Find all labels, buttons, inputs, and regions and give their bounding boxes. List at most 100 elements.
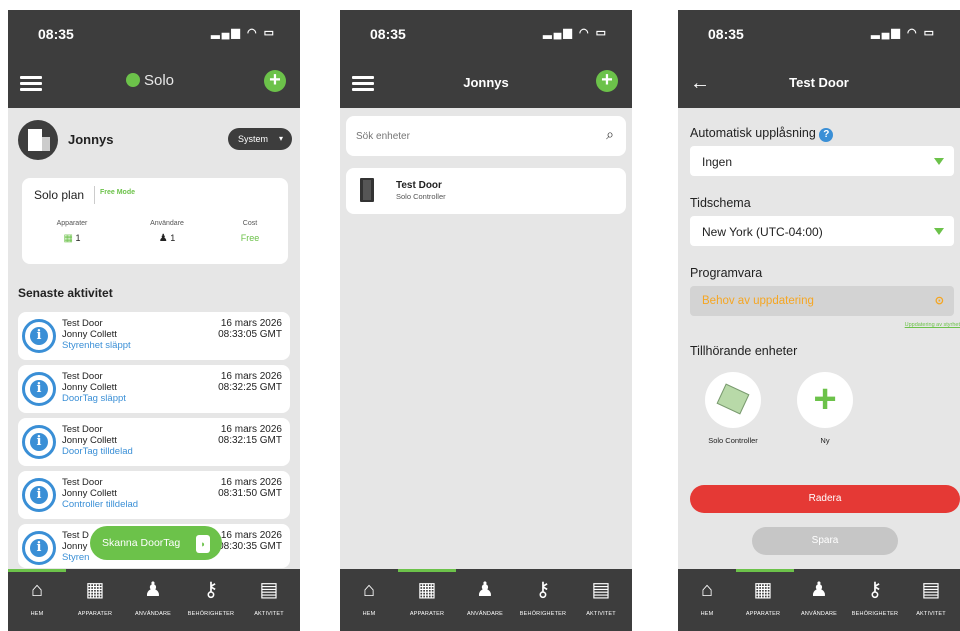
save-label: Spara <box>811 535 839 546</box>
tab-behorigheter[interactable]: ⚷ BEHÖRIGHETER <box>182 577 240 617</box>
status-bar: 08:35 ▂▄▆ ◠ ▭ <box>370 26 608 44</box>
scan-doortag-button[interactable]: Skanna DoorTag ◗ <box>90 526 222 560</box>
auto-unlock-select[interactable]: Ingen <box>690 146 954 176</box>
system-dropdown[interactable]: System ▾ <box>228 128 292 150</box>
activity-item[interactable]: i Test Door Jonny Collett Controller til… <box>18 471 290 519</box>
chevron-down-icon: ▾ <box>278 134 283 143</box>
tab-apparater[interactable]: ▦ APPARATER <box>734 577 792 617</box>
software-status-field[interactable]: Behov av uppdatering ⊙ <box>690 286 954 316</box>
user-icon: ♟ <box>476 579 494 601</box>
stat-cost: Cost Free <box>220 220 280 243</box>
tab-label: BEHÖRIGHETER <box>519 611 567 617</box>
recent-activity-title: Senaste aktivitet <box>18 286 113 300</box>
tab-label: BEHÖRIGHETER <box>851 611 899 617</box>
tab-apparater[interactable]: ▦ APPARATER <box>66 577 124 617</box>
activity-date: 16 mars 2026 <box>220 530 282 541</box>
add-device-button[interactable]: + <box>596 70 618 92</box>
status-icons: ▂▄▆ ◠ ▭ <box>871 27 936 39</box>
activity-item[interactable]: i Test Door Jonny Collett Styrenhet släp… <box>18 312 290 360</box>
dropdown-arrow-icon <box>934 228 944 235</box>
grid-icon: ▦ <box>417 579 437 601</box>
tab-behorigheter[interactable]: ⚷ BEHÖRIGHETER <box>514 577 572 617</box>
activity-device: Test Door <box>62 477 103 488</box>
tab-aktivitet[interactable]: ▤ AKTIVITET <box>902 577 960 617</box>
tab-label: ANVÄNDARE <box>800 611 838 617</box>
site-header: Jonnys System ▾ <box>8 108 300 170</box>
user-icon: ♟ <box>810 579 828 601</box>
activity-date: 16 mars 2026 <box>220 318 282 329</box>
delete-button[interactable]: Radera <box>690 485 960 513</box>
device-detail-screen: 08:35 ▂▄▆ ◠ ▭ ← Test Door Automatisk upp… <box>678 10 960 631</box>
search-icon[interactable]: ⌕ <box>606 126 614 143</box>
delete-label: Radera <box>808 493 842 504</box>
info-icon: i <box>22 478 56 512</box>
device-list-item[interactable]: Test Door Solo Controller <box>346 168 626 214</box>
activity-event: Styren <box>62 552 90 563</box>
schedule-label: Tidschema <box>690 196 751 210</box>
device-name: Test Door <box>396 180 442 191</box>
stat-label: Apparater <box>56 220 88 227</box>
grid-icon: ▦ <box>63 233 73 244</box>
nav-bar: Solo + <box>8 68 300 98</box>
info-icon: i <box>22 425 56 459</box>
tab-hem[interactable]: ⌂ HEM <box>678 577 736 617</box>
active-tab-indicator <box>736 569 794 572</box>
software-label: Programvara <box>690 266 763 280</box>
logo-icon <box>126 73 140 87</box>
status-bar: 08:35 ▂▄▆ ◠ ▭ <box>708 26 936 44</box>
activity-time: 08:31:50 GMT <box>218 488 282 499</box>
status-icons: ▂▄▆ ◠ ▭ <box>543 27 608 39</box>
grid-icon: ▦ <box>85 579 105 601</box>
activity-item[interactable]: i Test Door Jonny Collett DoorTag släppt… <box>18 365 290 413</box>
add-associated-device[interactable]: + Ny <box>790 372 860 445</box>
tab-aktivitet[interactable]: ▤ AKTIVITET <box>240 577 298 617</box>
top-bar: 08:35 ▂▄▆ ◠ ▭ Jonnys + <box>340 10 632 108</box>
tab-anvandare[interactable]: ♟ ANVÄNDARE <box>790 577 848 617</box>
auto-unlock-value: Ingen <box>702 155 733 169</box>
tab-label: HEM <box>30 611 44 617</box>
activity-event: Controller tilldelad <box>62 499 139 510</box>
device-type: Solo Controller <box>396 192 446 201</box>
activity-user: Jonny Collett <box>62 488 117 499</box>
tab-label: BEHÖRIGHETER <box>187 611 235 617</box>
nfc-icon: ◗ <box>196 535 210 553</box>
associated-device-item[interactable]: Solo Controller <box>698 372 768 445</box>
activity-event: DoorTag släppt <box>62 393 126 404</box>
tab-apparater[interactable]: ▦ APPARATER <box>398 577 456 617</box>
status-time: 08:35 <box>38 26 74 42</box>
key-icon: ⚷ <box>203 579 219 601</box>
active-tab-indicator <box>398 569 456 572</box>
associated-devices-label: Tillhörande enheter <box>690 344 798 358</box>
info-icon: i <box>22 531 56 565</box>
activity-device: Test D <box>62 530 89 541</box>
activity-user: Jonny Collett <box>62 329 117 340</box>
key-icon: ⚷ <box>535 579 551 601</box>
stat-value: Free <box>240 233 260 243</box>
update-link[interactable]: Uppdatering av styrhet <box>905 322 960 328</box>
dropdown-arrow-icon <box>934 158 944 165</box>
logo-text: Solo <box>144 72 175 89</box>
search-input[interactable] <box>356 126 576 146</box>
schedule-select[interactable]: New York (UTC-04:00) <box>690 216 954 246</box>
tab-anvandare[interactable]: ♟ ANVÄNDARE <box>456 577 514 617</box>
tab-label: AKTIVITET <box>586 611 616 617</box>
help-icon[interactable]: ? <box>819 128 834 142</box>
tab-behorigheter[interactable]: ⚷ BEHÖRIGHETER <box>846 577 904 617</box>
info-icon: i <box>22 372 56 406</box>
activity-user: Jonny Collett <box>62 435 117 446</box>
tab-hem[interactable]: ⌂ HEM <box>8 577 66 617</box>
menu-icon[interactable] <box>20 76 42 92</box>
plan-card: Solo plan Free Mode Apparater ▦ 1 Använd… <box>22 178 288 264</box>
activity-device: Test Door <box>62 371 103 382</box>
stat-value: 1 <box>170 233 176 243</box>
activity-item[interactable]: i Test Door Jonny Collett DoorTag tillde… <box>18 418 290 466</box>
scan-button-label: Skanna DoorTag <box>102 537 181 549</box>
save-button[interactable]: Spara <box>752 527 898 555</box>
info-icon: i <box>22 319 56 353</box>
add-button[interactable]: + <box>264 70 286 92</box>
tab-hem[interactable]: ⌂ HEM <box>340 577 398 617</box>
tab-aktivitet[interactable]: ▤ AKTIVITET <box>572 577 630 617</box>
search-bar[interactable]: ⌕ <box>346 116 626 156</box>
tab-anvandare[interactable]: ♟ ANVÄNDARE <box>124 577 182 617</box>
home-icon: ⌂ <box>30 579 44 601</box>
